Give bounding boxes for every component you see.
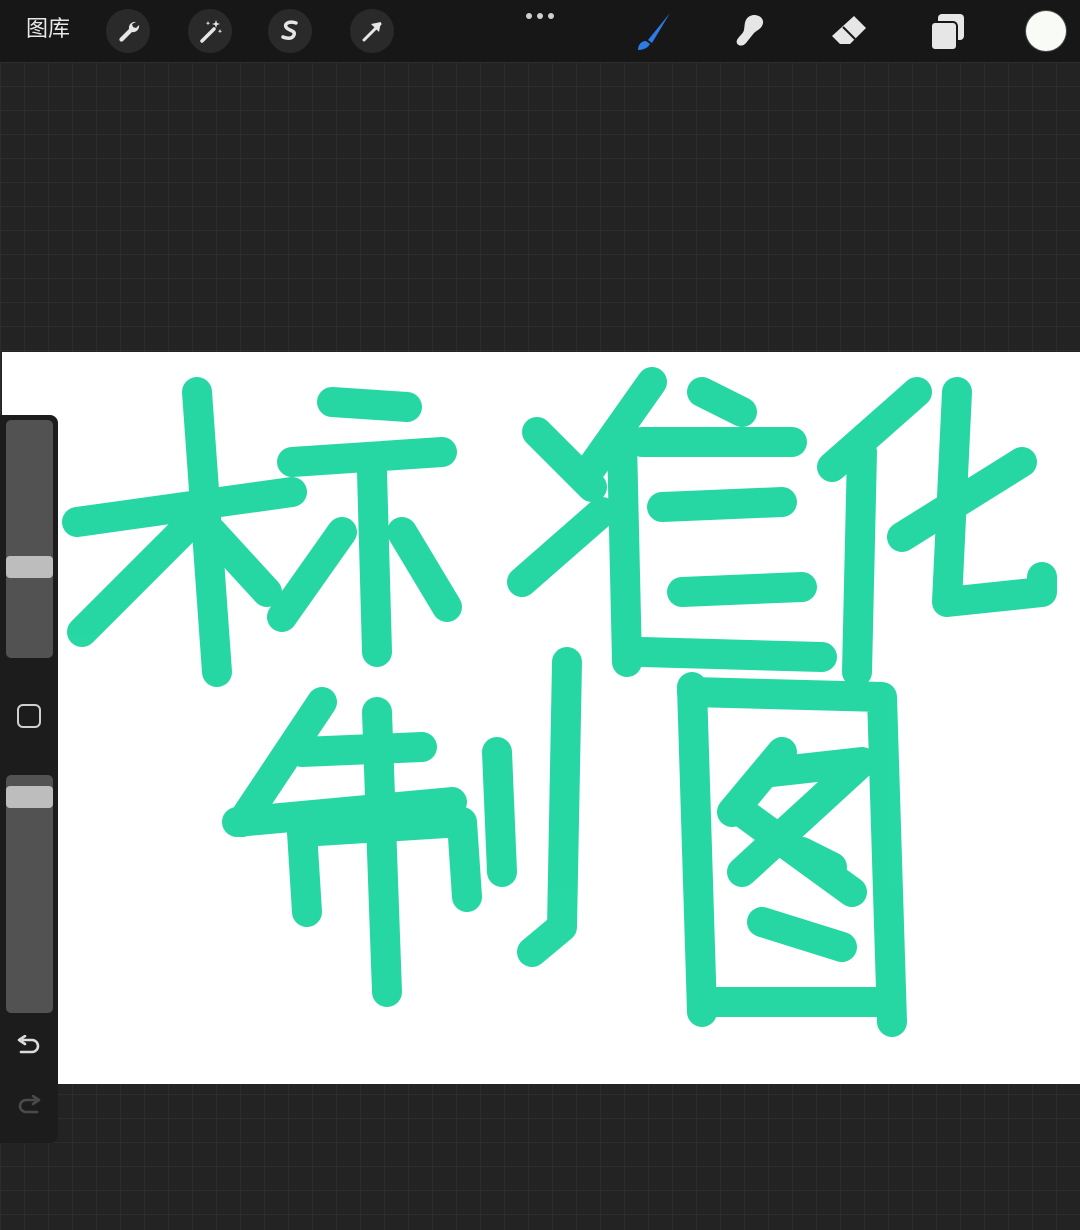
square-modify-icon[interactable] bbox=[17, 704, 41, 728]
magic-wand-icon[interactable] bbox=[188, 9, 232, 53]
handwritten-drawing bbox=[62, 367, 1057, 1037]
more-dots-icon[interactable] bbox=[524, 8, 556, 22]
eraser-icon[interactable] bbox=[828, 10, 872, 54]
redo-icon[interactable] bbox=[15, 1094, 43, 1119]
brush-icon[interactable] bbox=[630, 10, 674, 54]
gallery-button[interactable]: 图库 bbox=[26, 16, 70, 44]
brush-size-slider[interactable] bbox=[6, 420, 53, 658]
opacity-thumb[interactable] bbox=[6, 785, 53, 808]
top-toolbar: 图库 bbox=[0, 0, 1080, 62]
color-swatch[interactable] bbox=[1026, 11, 1066, 51]
layers-icon[interactable] bbox=[926, 10, 970, 54]
undo-icon[interactable] bbox=[15, 1034, 43, 1059]
left-sidebar bbox=[0, 415, 58, 1143]
selection-s-icon[interactable] bbox=[268, 9, 312, 53]
smudge-icon[interactable] bbox=[728, 10, 772, 54]
drawing-canvas[interactable] bbox=[2, 352, 1080, 1084]
brush-size-thumb[interactable] bbox=[6, 556, 53, 579]
opacity-slider[interactable] bbox=[6, 775, 53, 1013]
arrow-transform-icon[interactable] bbox=[350, 9, 394, 53]
wrench-icon[interactable] bbox=[106, 9, 150, 53]
